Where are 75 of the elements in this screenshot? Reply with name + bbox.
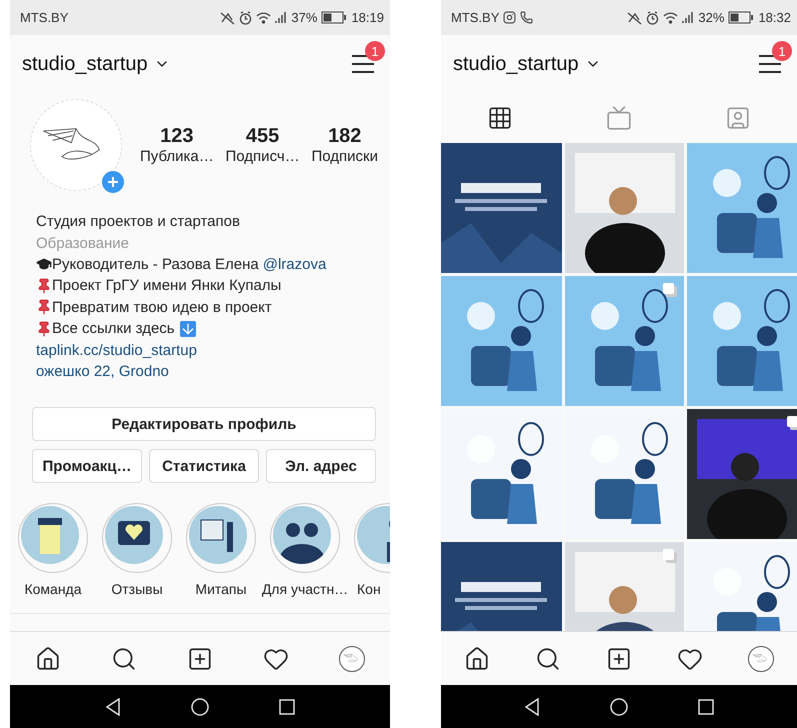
phone-icon <box>520 11 534 24</box>
profile-category: Образование <box>36 234 129 252</box>
stat-label[interactable]: Публика… <box>140 148 214 165</box>
stat-count[interactable]: 182 <box>328 125 362 148</box>
camera-icon <box>503 11 516 24</box>
back-icon[interactable] <box>105 698 121 716</box>
highlight-label[interactable]: Команда <box>24 581 82 598</box>
clock-time: 18:32 <box>758 10 791 25</box>
home-button[interactable] <box>464 646 490 672</box>
highlight-label[interactable]: Для участн… <box>262 581 348 598</box>
highlight-ring[interactable] <box>18 503 88 574</box>
battery-icon <box>728 11 754 24</box>
bio-text: Все ссылки здесь <box>52 320 175 338</box>
tv-tab[interactable] <box>606 105 632 131</box>
pin-icon <box>36 320 52 337</box>
recents-icon[interactable] <box>698 698 714 714</box>
menu-icon <box>351 54 375 74</box>
mute-icon <box>220 10 236 24</box>
profile-avatar[interactable] <box>748 646 774 672</box>
logo-drawing <box>343 653 361 664</box>
bio-text: Превратим твою идею в проект <box>52 298 272 316</box>
tagged-tab[interactable] <box>724 105 751 131</box>
highlight-label[interactable]: Кон <box>357 581 381 598</box>
stat-label[interactable]: Подписки <box>312 148 378 165</box>
mute-icon <box>627 10 642 24</box>
signal-icon <box>275 11 288 24</box>
stat-count[interactable]: 455 <box>246 125 280 148</box>
alarm-icon <box>646 10 660 24</box>
bio-text: Руководитель - Разова Елена <box>52 256 259 273</box>
battery-percent: 32% <box>698 10 724 25</box>
clock-time: 18:19 <box>351 10 384 25</box>
carrier-name: MTS.BY <box>20 10 68 25</box>
recents-icon[interactable] <box>279 698 295 714</box>
alarm-icon <box>239 10 252 24</box>
username[interactable]: studio_startup <box>453 52 579 76</box>
home-circle-icon[interactable] <box>191 698 209 716</box>
profile-name: Студия проектов и стартапов <box>36 213 240 230</box>
wifi-icon <box>663 12 678 24</box>
notification-badge: 1 <box>365 41 385 61</box>
highlight-ring[interactable] <box>270 503 340 574</box>
highlight-ring[interactable] <box>102 503 172 574</box>
search-button[interactable] <box>534 646 561 672</box>
home-button[interactable] <box>35 646 61 672</box>
bio-link[interactable]: ожешко 22, Grodno <box>36 362 169 380</box>
edit-profile-button[interactable]: Редактировать профиль <box>32 407 376 442</box>
add-post-button[interactable] <box>606 646 632 672</box>
profile-action-button[interactable]: Статистика <box>149 449 259 484</box>
profile-avatar[interactable] <box>339 646 365 672</box>
carrier-name: MTS.BY <box>451 10 500 25</box>
highlight-ring[interactable] <box>186 503 256 574</box>
mention-link[interactable]: @lrazova <box>262 256 326 273</box>
home-circle-icon[interactable] <box>610 698 628 716</box>
bio-text: Проект ГрГУ имени Янки Купалы <box>52 277 282 294</box>
wifi-icon <box>256 12 272 24</box>
pin-icon <box>36 299 52 316</box>
battery-percent: 37% <box>291 10 318 25</box>
notification-badge: 1 <box>772 41 792 61</box>
back-icon[interactable] <box>524 698 540 716</box>
profile-action-button[interactable]: Эл. адрес <box>266 449 376 484</box>
signal-icon <box>682 11 694 24</box>
highlight-label[interactable]: Отзывы <box>111 581 163 598</box>
grid-tab[interactable] <box>487 105 514 131</box>
stat-count[interactable]: 123 <box>160 125 194 148</box>
bio-link[interactable]: taplink.cc/studio_startup <box>36 342 197 359</box>
highlight-label[interactable]: Митапы <box>195 581 247 598</box>
graduation-cap-icon <box>36 256 52 272</box>
logo-drawing <box>752 653 770 664</box>
profile-action-button[interactable]: Промоакц… <box>32 449 142 484</box>
menu-icon <box>758 54 782 74</box>
pin-icon <box>36 278 52 294</box>
username[interactable]: studio_startup <box>22 52 148 76</box>
search-button[interactable] <box>111 646 137 672</box>
battery-icon <box>321 11 348 24</box>
add-post-button[interactable] <box>187 646 213 672</box>
stat-label[interactable]: Подписч… <box>226 148 300 165</box>
